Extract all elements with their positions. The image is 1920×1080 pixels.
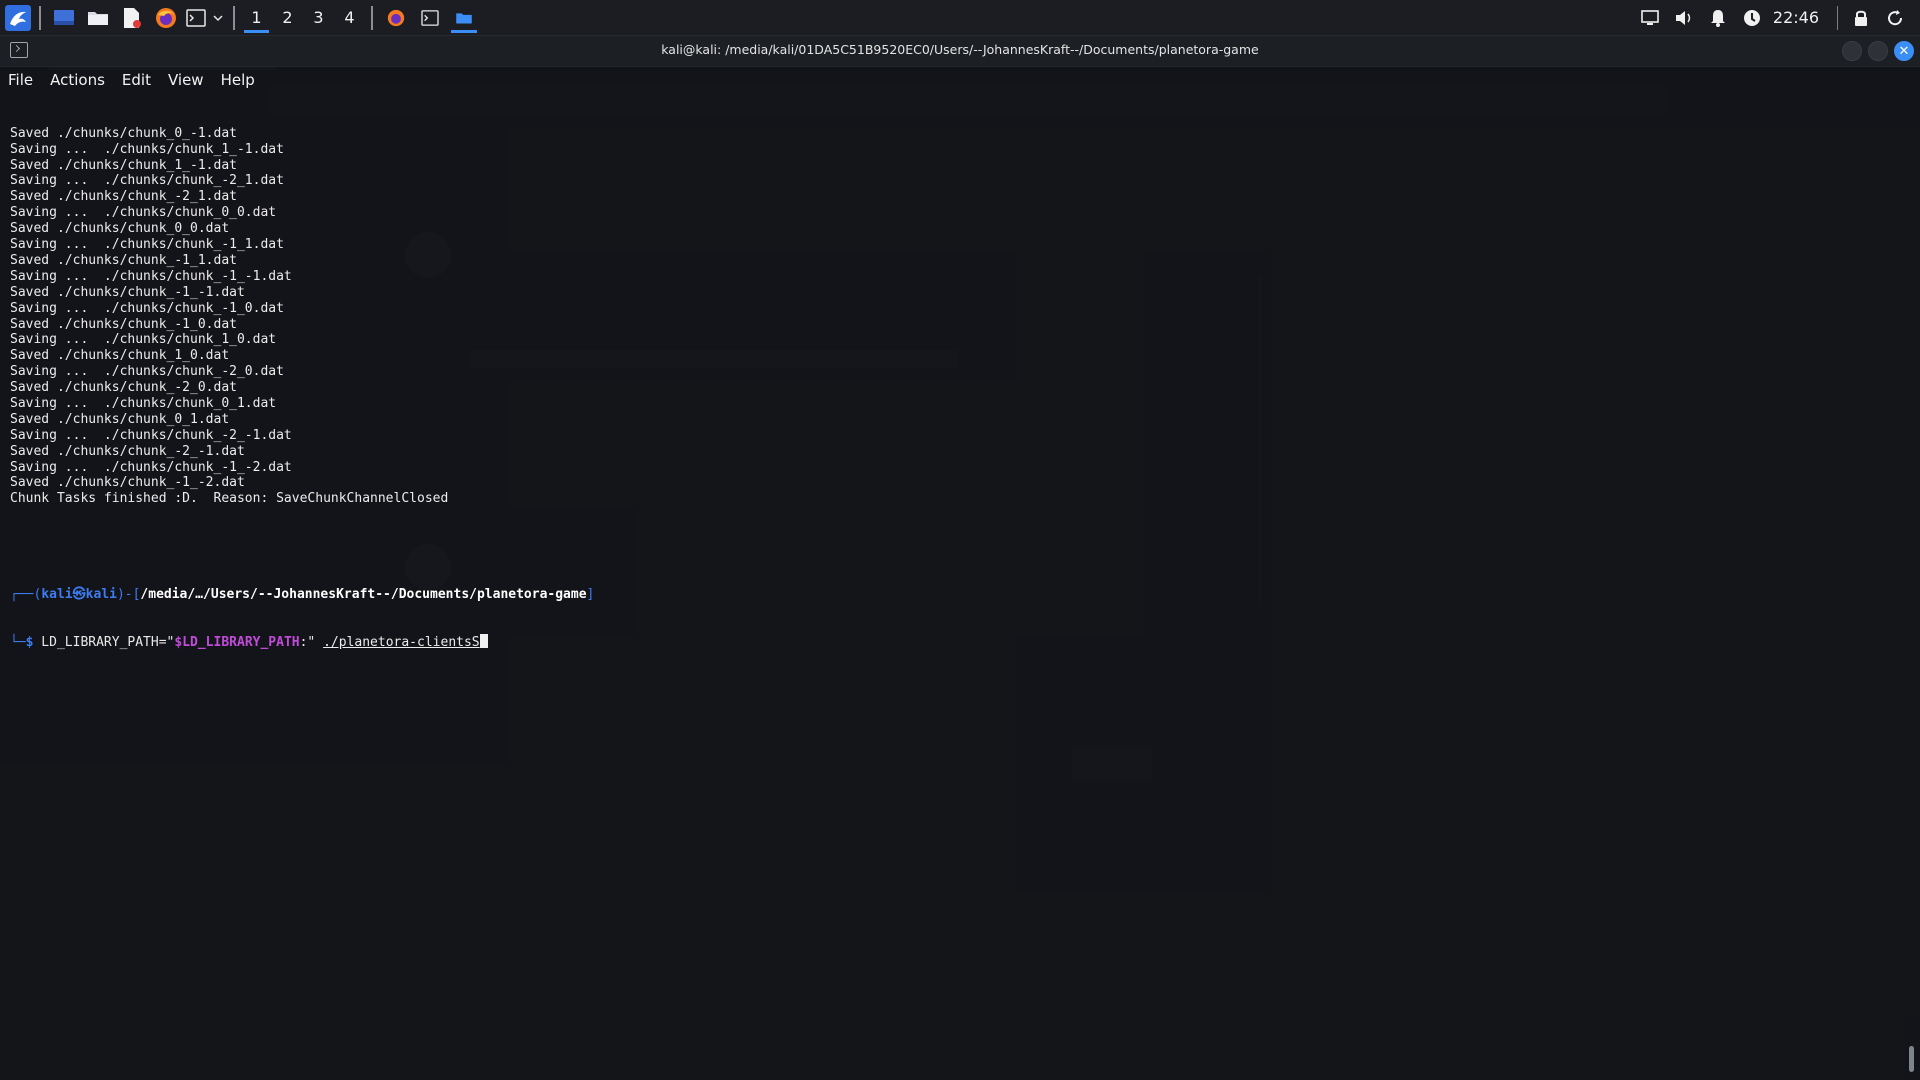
- menu-edit[interactable]: Edit: [122, 71, 151, 89]
- menu-file[interactable]: File: [8, 71, 33, 89]
- panel-separator: [233, 5, 235, 30]
- refresh-icon: [1888, 9, 1903, 25]
- workspace-label: 1: [251, 8, 262, 27]
- output-line: Saving ... ./chunks/chunk_-2_1.dat: [10, 173, 284, 189]
- workspace-label: 4: [344, 8, 355, 27]
- output-line: Saved ./chunks/chunk_-1_-2.dat: [10, 475, 245, 491]
- close-icon: ✕: [1898, 43, 1910, 59]
- window-title: kali@kali: /media/kali/01DA5C51B9520EC0/…: [661, 42, 1259, 57]
- workspace-label: 3: [313, 8, 324, 27]
- chevron-down-icon: [213, 14, 223, 21]
- close-button[interactable]: ✕: [1894, 41, 1914, 61]
- output-line: Saving ... ./chunks/chunk_-1_1.dat: [10, 237, 284, 253]
- maximize-button[interactable]: [1868, 41, 1888, 61]
- firefox-icon: [156, 7, 176, 28]
- output-line: Saved ./chunks/chunk_-1_-1.dat: [10, 284, 245, 300]
- panel-separator: [39, 5, 41, 30]
- output-line: Saving ... ./chunks/chunk_1_0.dat: [10, 332, 277, 348]
- panel-separator: [1837, 5, 1838, 30]
- terminal-launcher[interactable]: [183, 0, 209, 35]
- lock-screen-button[interactable]: [1844, 0, 1878, 35]
- menu-view[interactable]: View: [168, 71, 204, 89]
- command-executable: ./planetora-clientsS: [323, 635, 480, 651]
- terminal-titlebar[interactable]: kali@kali: /media/kali/01DA5C51B9520EC0/…: [0, 36, 1920, 67]
- workspace-1[interactable]: 1: [241, 0, 272, 35]
- prompt-open: ┌──(: [10, 586, 42, 602]
- workspace-2[interactable]: 2: [272, 0, 303, 35]
- tray-display[interactable]: [1633, 0, 1667, 35]
- output-line: Saved ./chunks/chunk_0_0.dat: [10, 221, 230, 237]
- prompt-prefix: └─: [10, 635, 26, 651]
- firefox-icon: [387, 9, 405, 26]
- text-cursor: [479, 634, 488, 649]
- monitor-icon: [1641, 9, 1659, 25]
- output-line: Saving ... ./chunks/chunk_-1_-1.dat: [10, 268, 292, 284]
- minimize-button[interactable]: [1842, 41, 1862, 61]
- tray-power-manager[interactable]: [1735, 0, 1769, 35]
- output-line: Saving ... ./chunks/chunk_1_-1.dat: [10, 141, 284, 157]
- bell-icon: [1710, 9, 1725, 27]
- output-line: Saved ./chunks/chunk_-2_1.dat: [10, 189, 237, 205]
- menu-help[interactable]: Help: [221, 71, 255, 89]
- prompt-user-host: kali㉿kali: [41, 586, 117, 602]
- taskbar-file-manager[interactable]: [447, 0, 481, 35]
- prompt-path: /media/…/Users/--JohannesKraft--/Documen…: [140, 586, 587, 602]
- show-desktop-launcher[interactable]: [47, 0, 81, 35]
- output-line: Saved ./chunks/chunk_0_1.dat: [10, 411, 230, 427]
- prompt-line: ┌──(kali㉿kali)-[/media/…/Users/--Johanne…: [10, 587, 1910, 603]
- kali-dragon-icon: [5, 4, 31, 31]
- prompt-close: ]: [586, 586, 595, 602]
- menu-actions[interactable]: Actions: [50, 71, 105, 89]
- taskbar-firefox[interactable]: [379, 0, 413, 35]
- command-separator: :": [299, 635, 324, 651]
- workspace-4[interactable]: 4: [334, 0, 365, 35]
- terminal-window[interactable]: kali@kali: /media/kali/01DA5C51B9520EC0/…: [0, 36, 1920, 1080]
- output-line: Saving ... ./chunks/chunk_-2_-1.dat: [10, 427, 292, 443]
- output-line: Saved ./chunks/chunk_1_0.dat: [10, 348, 230, 364]
- command-line[interactable]: └─$ LD_LIBRARY_PATH="$LD_LIBRARY_PATH:" …: [10, 634, 1910, 650]
- top-panel: 1 2 3 4 22:46: [0, 0, 1920, 36]
- output-line: Saving ... ./chunks/chunk_-1_0.dat: [10, 300, 284, 316]
- tray-volume[interactable]: [1667, 0, 1701, 35]
- output-line: Saving ... ./chunks/chunk_0_1.dat: [10, 395, 277, 411]
- workspace-3[interactable]: 3: [303, 0, 334, 35]
- output-line: Saved ./chunks/chunk_-2_0.dat: [10, 380, 237, 396]
- kali-menu-button[interactable]: [3, 3, 33, 33]
- output-line: Saved ./chunks/chunk_-1_0.dat: [10, 316, 237, 332]
- command-assign: LD_LIBRARY_PATH=": [33, 635, 175, 651]
- output-line: Chunk Tasks finished :D. Reason: SaveChu…: [10, 491, 449, 507]
- folder-icon: [88, 11, 108, 25]
- terminal-output[interactable]: Saved ./chunks/chunk_0_-1.dat Saving ... …: [10, 94, 1910, 682]
- clock[interactable]: 22:46: [1773, 8, 1819, 27]
- panel-separator: [371, 5, 373, 30]
- logout-button[interactable]: [1878, 0, 1912, 35]
- folder-icon: [456, 12, 472, 23]
- terminal-menubar: File Actions Edit View Help: [0, 67, 1920, 93]
- terminal-icon: [186, 8, 206, 27]
- firefox-launcher[interactable]: [149, 0, 183, 35]
- output-line: Saving ... ./chunks/chunk_-1_-2.dat: [10, 459, 292, 475]
- output-line: Saved ./chunks/chunk_-1_1.dat: [10, 252, 237, 268]
- text-editor-launcher[interactable]: [115, 0, 149, 35]
- desktop-icon: [54, 9, 74, 25]
- output-line: Saving ... ./chunks/chunk_0_0.dat: [10, 205, 277, 221]
- lock-icon: [1855, 10, 1867, 26]
- command-variable: $LD_LIBRARY_PATH: [174, 635, 300, 651]
- power-status-icon: [1743, 9, 1760, 26]
- tray-notifications[interactable]: [1701, 0, 1735, 35]
- taskbar-terminal[interactable]: [413, 0, 447, 35]
- terminal-icon: [421, 9, 439, 26]
- text-editor-icon: [124, 7, 141, 28]
- speaker-icon: [1675, 10, 1691, 25]
- workspace-label: 2: [282, 8, 293, 27]
- output-line: Saved ./chunks/chunk_1_-1.dat: [10, 157, 237, 173]
- prompt-mid: )-[: [116, 586, 141, 602]
- output-line: Saved ./chunks/chunk_-2_-1.dat: [10, 443, 245, 459]
- output-line: Saving ... ./chunks/chunk_-2_0.dat: [10, 364, 284, 380]
- output-line: Saved ./chunks/chunk_0_-1.dat: [10, 125, 237, 141]
- terminal-launcher-dropdown[interactable]: [209, 0, 227, 35]
- file-manager-launcher[interactable]: [81, 0, 115, 35]
- terminal-scrollbar[interactable]: [1909, 1046, 1914, 1072]
